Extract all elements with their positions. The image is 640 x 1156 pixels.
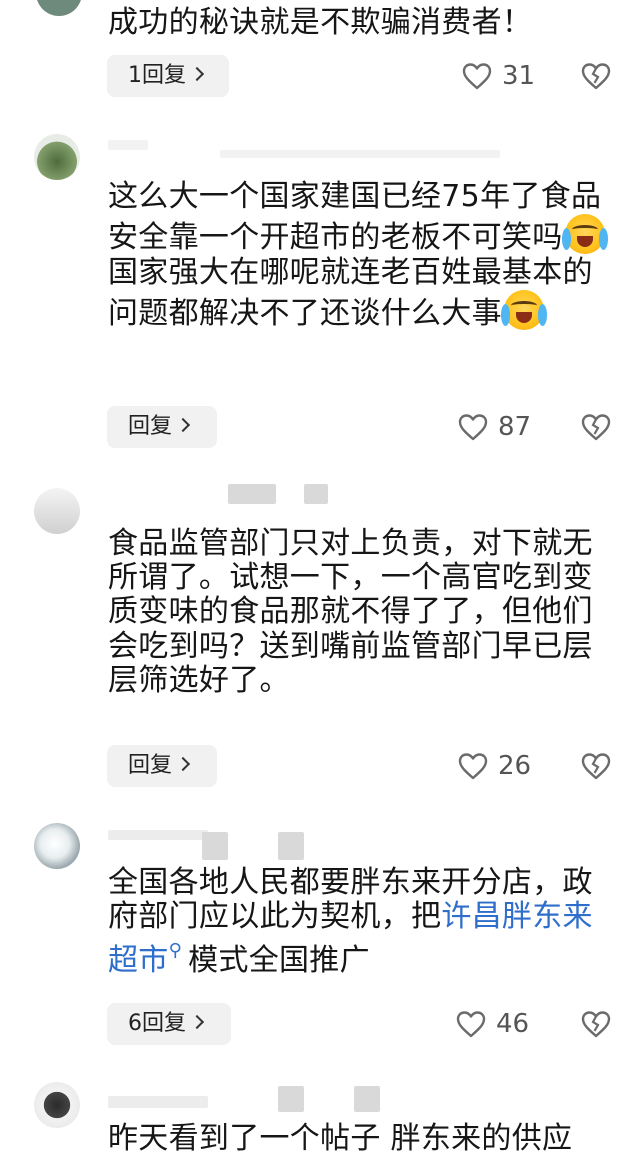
broken-heart-icon[interactable] bbox=[581, 62, 611, 90]
like-count: 87 bbox=[498, 412, 532, 442]
chevron-right-icon bbox=[175, 417, 191, 433]
reply-label: 回复 bbox=[128, 414, 173, 439]
search-icon[interactable]: ⚲ bbox=[169, 940, 182, 961]
like-count: 31 bbox=[502, 61, 536, 91]
comment-text-part: 这么大一个国家建国已经75年了食品安全靠一个开超市的老板不可笑吗 bbox=[108, 179, 602, 256]
laughing-crying-emoji-icon bbox=[500, 289, 547, 330]
avatar[interactable] bbox=[34, 134, 80, 180]
like-button[interactable]: 87 bbox=[458, 410, 531, 444]
like-button[interactable]: 31 bbox=[462, 59, 535, 93]
username-redacted bbox=[228, 484, 276, 504]
avatar[interactable] bbox=[34, 823, 80, 869]
like-count: 26 bbox=[498, 751, 532, 781]
reply-button[interactable]: 回复 bbox=[107, 745, 217, 787]
reply-label: 回复 bbox=[128, 753, 173, 778]
username-redacted bbox=[278, 1086, 304, 1112]
comment-text: 食品监管部门只对上负责，对下就无所谓了。试想一下，一个高官吃到变质变味的食品那就… bbox=[108, 526, 593, 698]
reply-button[interactable]: 回复 bbox=[107, 406, 217, 448]
username-redacted bbox=[108, 140, 148, 150]
avatar[interactable] bbox=[36, 0, 82, 16]
comment-text: 这么大一个国家建国已经75年了食品安全靠一个开超市的老板不可笑吗 国家强大在哪呢就… bbox=[108, 179, 623, 331]
reply-label: 1回复 bbox=[128, 63, 186, 88]
username-redacted bbox=[202, 832, 228, 860]
heart-outline-icon bbox=[458, 753, 488, 780]
chevron-right-icon bbox=[189, 1014, 205, 1030]
broken-heart-icon[interactable] bbox=[581, 1010, 611, 1038]
reply-button[interactable]: 1回复 bbox=[107, 55, 229, 97]
chevron-right-icon bbox=[175, 756, 191, 772]
username-redacted bbox=[304, 484, 328, 504]
username-redacted bbox=[108, 830, 208, 840]
comment-text-part: 模式全国推广 bbox=[188, 943, 370, 979]
like-button[interactable]: 26 bbox=[458, 749, 531, 783]
username-redacted bbox=[278, 832, 304, 860]
reply-button[interactable]: 6回复 bbox=[107, 1003, 231, 1045]
comment-text: 全国各地人民都要胖东来开分店，政府部门应以此为契机，把许昌胖东来超市⚲ 模式全国推… bbox=[108, 865, 623, 979]
heart-outline-icon bbox=[462, 63, 492, 90]
comment-text: 昨天看到了一个帖子 胖东来的供应 bbox=[108, 1121, 573, 1156]
heart-outline-icon bbox=[458, 414, 488, 441]
chevron-right-icon bbox=[189, 66, 205, 82]
heart-outline-icon bbox=[456, 1011, 486, 1038]
broken-heart-icon[interactable] bbox=[581, 413, 611, 441]
broken-heart-icon[interactable] bbox=[581, 752, 611, 780]
username-redacted bbox=[220, 150, 500, 158]
avatar[interactable] bbox=[34, 488, 80, 534]
reply-label: 6回复 bbox=[128, 1011, 186, 1036]
username-redacted bbox=[108, 1096, 208, 1108]
avatar[interactable] bbox=[34, 1082, 80, 1128]
comment-text: 成功的秘诀就是不欺骗消费者！ bbox=[108, 5, 533, 40]
username-redacted bbox=[354, 1086, 380, 1112]
like-button[interactable]: 46 bbox=[456, 1007, 529, 1041]
like-count: 46 bbox=[496, 1009, 530, 1039]
laughing-crying-emoji-icon bbox=[561, 214, 608, 255]
